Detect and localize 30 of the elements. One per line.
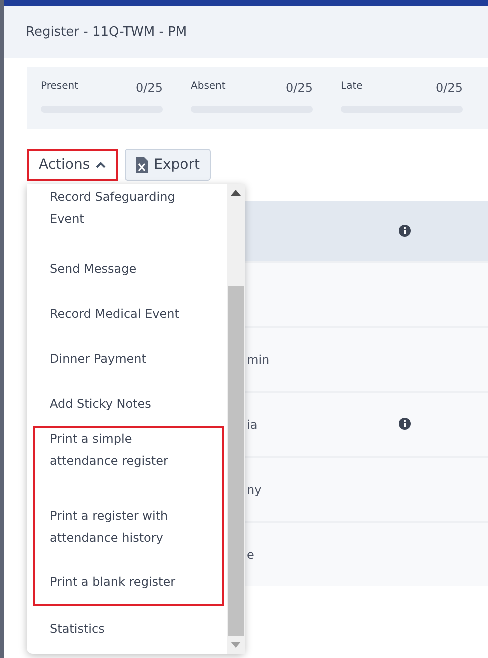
menu-item[interactable]: Send Message	[27, 246, 227, 291]
menu-item[interactable]: Record Safeguarding Event	[27, 186, 227, 246]
scrollbar-thumb[interactable]	[228, 286, 244, 636]
menu-item[interactable]: Dinner Payment	[27, 336, 227, 381]
menu-item[interactable]: Statistics	[27, 606, 227, 651]
menu-item[interactable]: Record Medical Event	[27, 291, 227, 336]
student-name: ny	[247, 482, 262, 496]
student-name: e	[247, 548, 254, 562]
menu-item[interactable]: Add Sticky Notes	[27, 381, 227, 426]
info-icon	[399, 225, 411, 237]
stat-count: 0/25	[286, 81, 313, 95]
menu-item[interactable]: Print a simple attendance register	[35, 428, 222, 494]
student-name: ia	[247, 418, 258, 432]
window-title: Register - 11Q-TWM - PM	[26, 24, 188, 40]
stat-count: 0/25	[136, 81, 163, 95]
stat-count: 0/25	[436, 81, 463, 95]
export-button[interactable]: Export	[125, 149, 211, 181]
student-name: min	[247, 352, 270, 366]
scroll-up-icon[interactable]	[231, 190, 241, 196]
stat-label: Present	[41, 81, 79, 94]
scroll-down-icon[interactable]	[231, 642, 241, 648]
menu-item[interactable]: Print a blank register	[35, 560, 222, 604]
stat-label: Late	[341, 81, 363, 94]
stat-label: Absent	[191, 81, 226, 94]
info-icon	[399, 418, 411, 430]
scrollbar[interactable]	[227, 184, 245, 654]
actions-button[interactable]: Actions	[27, 149, 118, 181]
caret-icon	[96, 162, 106, 168]
menu-item[interactable]: Print a register with attendance history	[35, 494, 222, 560]
spreadsheet-file-icon	[136, 157, 148, 173]
